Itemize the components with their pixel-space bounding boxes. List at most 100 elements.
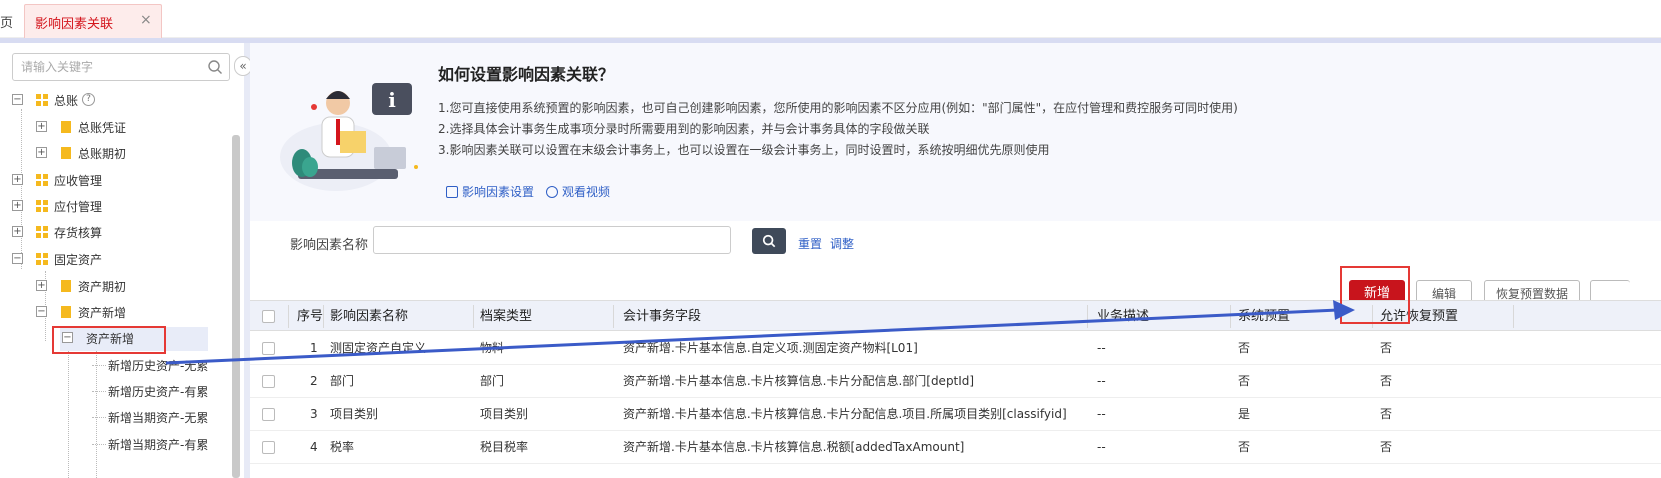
column-separator <box>613 305 614 328</box>
cell-preset: 否 <box>1238 374 1251 388</box>
column-header-preset[interactable]: 系统预置 <box>1238 301 1290 332</box>
tab-impact-factor-association[interactable]: 影响因素关联 × <box>24 4 162 38</box>
cell-preset: 否 <box>1238 440 1251 454</box>
tree-connector <box>92 417 106 418</box>
column-separator <box>1513 305 1514 328</box>
help-icon[interactable]: ? <box>82 93 95 106</box>
row-checkbox[interactable] <box>262 342 275 355</box>
tree-node-payables[interactable]: + 应付管理 <box>12 195 212 217</box>
cell-field: 资产新增.卡片基本信息.自定义项.测固定资产物料[L01] <box>623 341 918 355</box>
tree-node-label: 新增历史资产-无累 <box>108 359 209 373</box>
column-separator <box>323 305 324 328</box>
cell-allow-restore: 否 <box>1380 440 1393 454</box>
expand-toggle-icon[interactable]: + <box>12 174 23 185</box>
tree-connector <box>68 345 69 478</box>
watch-video-label: 观看视频 <box>562 185 611 199</box>
table-row[interactable]: 2 部门 部门 资产新增.卡片基本信息.卡片核算信息.卡片分配信息.部门[dep… <box>250 365 1661 398</box>
tree-node-ledger-voucher[interactable]: + 总账凭证 <box>36 116 216 138</box>
tree-node-ledger-opening[interactable]: + 总账期初 <box>36 142 216 164</box>
cell-preset: 否 <box>1238 341 1251 355</box>
column-header-type[interactable]: 档案类型 <box>480 301 532 332</box>
collapse-toggle-icon[interactable]: − <box>12 94 23 105</box>
tree-node-asset-addition[interactable]: − 资产新增 <box>36 301 216 323</box>
close-icon[interactable]: × <box>140 12 152 28</box>
tree-node-history-asset-no-accum[interactable]: 新增历史资产-无累 <box>108 354 218 376</box>
table-header: 序号 影响因素名称 档案类型 会计事务字段 业务描述 系统预置 允许恢复预置 <box>250 300 1661 331</box>
cell-no: 1 <box>310 341 318 355</box>
column-separator <box>1230 305 1231 328</box>
collapse-toggle-icon[interactable]: − <box>36 306 47 317</box>
table-row[interactable]: 3 项目类别 项目类别 资产新增.卡片基本信息.卡片核算信息.卡片分配信息.项目… <box>250 398 1661 431</box>
tree-node-label: 新增当期资产-无累 <box>108 411 209 425</box>
tab-label: 影响因素关联 <box>35 17 114 32</box>
guide-line-3: 3.影响因素关联可以设置在末级会计事务上，也可以设置在一级会计事务上，同时设置时… <box>438 143 1050 157</box>
highlight-box-tree-node <box>52 326 166 354</box>
guide-line-1: 1.您可直接使用系统预置的影响因素，也可自己创建影响因素，您所使用的影响因素不区… <box>438 101 1238 115</box>
column-header-no[interactable]: 序号 <box>297 301 323 332</box>
cell-allow-restore: 否 <box>1380 374 1393 388</box>
search-icon[interactable] <box>207 59 223 75</box>
tree-node-history-asset-with-accum[interactable]: 新增历史资产-有累 <box>108 380 218 402</box>
column-header-field[interactable]: 会计事务字段 <box>623 301 701 332</box>
flag-folder-icon <box>61 147 71 159</box>
search-button[interactable] <box>752 228 786 254</box>
tree-node-current-asset-no-accum[interactable]: 新增当期资产-无累 <box>108 406 218 428</box>
cell-name: 测固定资产自定义 <box>330 341 427 355</box>
cell-name: 部门 <box>330 374 355 388</box>
tree-node-inventory-accounting[interactable]: + 存货核算 <box>12 221 212 243</box>
row-checkbox[interactable] <box>262 375 275 388</box>
cell-name: 税率 <box>330 440 355 454</box>
grid-folder-icon <box>36 253 48 265</box>
cell-allow-restore: 否 <box>1380 341 1393 355</box>
tree-node-label: 总账凭证 <box>78 121 127 135</box>
tree-node-receivables[interactable]: + 应收管理 <box>12 169 212 191</box>
tree-node-current-asset-with-accum[interactable]: 新增当期资产-有累 <box>108 433 218 455</box>
tree-node-label: 存货核算 <box>54 226 103 240</box>
collapse-toggle-icon[interactable]: − <box>12 253 23 264</box>
expand-toggle-icon[interactable]: + <box>36 280 47 291</box>
column-header-name[interactable]: 影响因素名称 <box>330 301 408 332</box>
cell-field: 资产新增.卡片基本信息.卡片核算信息.卡片分配信息.项目.所属项目类别[clas… <box>623 407 1067 421</box>
grid-folder-icon <box>36 94 48 106</box>
watch-video-link[interactable]: 观看视频 <box>546 183 610 200</box>
reset-button[interactable]: 重置 <box>798 235 822 252</box>
expand-toggle-icon[interactable]: + <box>36 121 47 132</box>
tree-node-general-ledger[interactable]: − 总账 ? <box>12 89 212 111</box>
svg-text:i: i <box>388 88 396 112</box>
tree-node-label: 新增历史资产-有累 <box>108 385 209 399</box>
tree-node-fixed-assets[interactable]: − 固定资产 <box>12 248 212 270</box>
tab-bar: 页 影响因素关联 × <box>0 0 1661 38</box>
table-row[interactable]: 1 测固定资产自定义 物料 资产新增.卡片基本信息.自定义项.测固定资产物料[L… <box>250 332 1661 365</box>
filter-name-label: 影响因素名称 <box>290 238 369 253</box>
tab-home[interactable]: 页 <box>0 12 13 31</box>
expand-toggle-icon[interactable]: + <box>12 226 23 237</box>
expand-toggle-icon[interactable]: + <box>12 200 23 211</box>
cell-no: 2 <box>310 374 318 388</box>
cell-preset: 是 <box>1238 407 1251 421</box>
enter-icon <box>446 186 458 198</box>
row-checkbox[interactable] <box>262 408 275 421</box>
tree-search-box <box>12 53 230 81</box>
tree-node-label: 新增当期资产-有累 <box>108 438 209 452</box>
search-icon <box>762 234 776 248</box>
tree-search-input[interactable] <box>21 58 201 76</box>
table-row[interactable]: 4 税率 税目税率 资产新增.卡片基本信息.卡片核算信息.税额[addedTax… <box>250 431 1661 464</box>
row-checkbox[interactable] <box>262 441 275 454</box>
grid-folder-icon <box>36 226 48 238</box>
adjust-button[interactable]: 调整 <box>830 235 854 252</box>
column-header-desc[interactable]: 业务描述 <box>1097 301 1149 332</box>
highlight-box-add-button <box>1340 266 1410 324</box>
cell-desc: -- <box>1097 341 1106 355</box>
tree-connector <box>92 444 106 445</box>
app-root: 页 影响因素关联 × − 总账 ? + 总账凭证 <box>0 0 1661 478</box>
tree-connector <box>92 391 106 392</box>
impact-factor-setting-link[interactable]: 影响因素设置 <box>446 183 534 200</box>
select-all-checkbox[interactable] <box>262 310 275 323</box>
filter-name-input[interactable] <box>373 226 731 254</box>
cell-desc: -- <box>1097 440 1106 454</box>
cell-type: 税目税率 <box>480 440 529 454</box>
tree-node-label: 应付管理 <box>54 200 103 214</box>
expand-toggle-icon[interactable]: + <box>36 147 47 158</box>
tree-node-asset-opening[interactable]: + 资产期初 <box>36 275 216 297</box>
tree-scrollbar[interactable] <box>232 135 240 478</box>
